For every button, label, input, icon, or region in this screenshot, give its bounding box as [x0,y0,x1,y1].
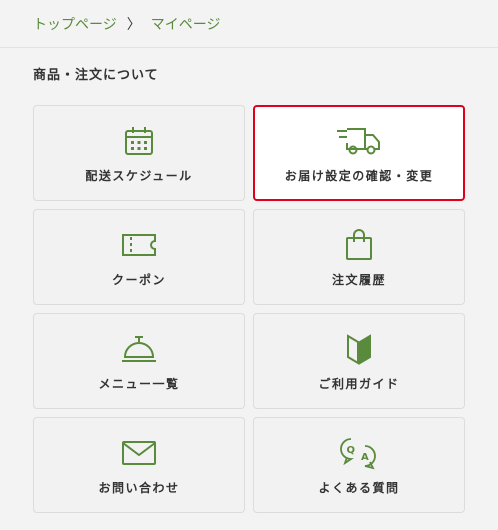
section-title: 商品・注文について [33,68,159,83]
menu-item-label: お届け設定の確認・変更 [284,168,434,183]
menu-item-contact[interactable]: お問い合わせ [33,417,245,513]
truck-icon [335,123,383,159]
calendar-icon [115,123,163,159]
menu-item-label: お問い合わせ [98,480,180,495]
menu-item-faq[interactable]: Q A よくある質問 [253,417,465,513]
menu-item-user-guide[interactable]: ご利用ガイド [253,313,465,409]
guide-book-icon [335,331,383,367]
menu-item-label: よくある質問 [318,480,400,495]
breadcrumb-current: マイページ [150,16,221,33]
menu-item-label: 注文履歴 [331,272,386,287]
menu-item-label: 配送スケジュール [85,168,193,183]
shopping-bag-icon [335,227,383,263]
coupon-icon [115,227,163,263]
service-bell-icon [115,331,163,367]
menu-item-order-history[interactable]: 注文履歴 [253,209,465,305]
menu-item-label: ご利用ガイド [318,376,400,391]
menu-item-label: メニュー一覧 [98,376,180,391]
menu-grid: 配送スケジュール お届け設定の確認・変更 クーポン 注文履歴 メニュー一覧 ご利… [33,105,465,513]
breadcrumb: トップページ 〉 マイページ [0,0,498,48]
menu-item-label: クーポン [111,272,166,287]
breadcrumb-separator: 〉 [126,16,141,33]
qa-bubble-icon: Q A [335,435,383,471]
menu-item-delivery-settings[interactable]: お届け設定の確認・変更 [253,105,465,201]
menu-item-coupon[interactable]: クーポン [33,209,245,305]
menu-item-menu-list[interactable]: メニュー一覧 [33,313,245,409]
breadcrumb-home-link[interactable]: トップページ [33,14,117,34]
svg-text:Q: Q [347,445,356,456]
mail-icon [115,435,163,471]
menu-item-delivery-schedule[interactable]: 配送スケジュール [33,105,245,201]
svg-text:A: A [361,452,369,463]
